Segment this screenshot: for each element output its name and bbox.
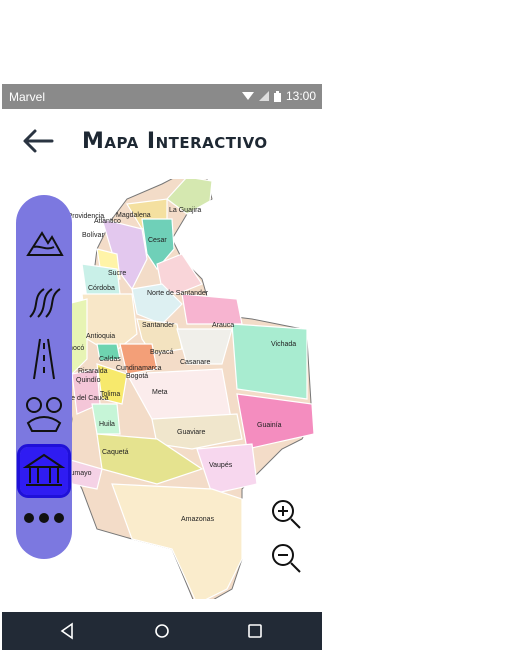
nav-back-icon[interactable] [58,622,78,640]
nav-recents-icon[interactable] [245,622,265,640]
tool-culture[interactable] [20,389,68,437]
tool-roads[interactable] [20,335,68,383]
river-icon [29,288,61,318]
road-icon [33,338,55,380]
tool-institutions[interactable] [17,444,71,498]
status-icons: 13:00 [241,89,316,103]
signal-icon [258,91,269,101]
carrier-label: Marvel [9,90,46,104]
arrow-left-icon[interactable] [20,127,56,155]
dept-guainia[interactable] [236,393,315,450]
dept-caldas[interactable] [96,343,121,362]
dept-vichada[interactable] [231,323,308,400]
culture-icon [26,397,62,432]
wifi-icon [241,92,254,100]
clock: 13:00 [285,89,316,103]
mountain-icon [26,231,64,256]
app-bar: Mapa Interactivo [2,109,322,179]
dept-arauca[interactable] [181,293,243,325]
phone-screen: Marvel 13:00 Mapa Interactivo La Guajira… [2,84,322,650]
more-dots-icon[interactable] [24,513,64,527]
page-title: Mapa Interactivo [82,129,268,154]
zoom-in-icon[interactable] [270,498,302,530]
dept-huila[interactable] [91,403,121,435]
dept-amazonas[interactable] [111,483,243,605]
battery-icon [273,90,281,102]
government-building-icon [22,453,66,486]
status-bar: Marvel 13:00 [2,84,322,109]
zoom-out-icon[interactable] [270,542,302,574]
nav-home-icon[interactable] [152,622,172,640]
dept-casanare[interactable] [176,328,233,365]
tool-mountains[interactable] [20,217,68,265]
layer-toolbar [16,195,72,559]
navigation-bar [2,612,322,650]
dept-cundinamarca[interactable] [119,343,158,375]
tool-rivers[interactable] [20,277,68,325]
